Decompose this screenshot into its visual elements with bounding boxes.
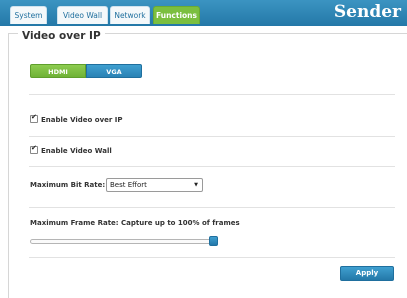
checkmark-icon: ✔ bbox=[31, 113, 37, 121]
frame-rate-slider-track[interactable] bbox=[30, 239, 216, 244]
apply-button[interactable]: Apply bbox=[340, 266, 394, 281]
tab-functions[interactable]: Functions bbox=[153, 6, 200, 24]
bit-rate-label: Maximum Bit Rate: bbox=[30, 181, 106, 189]
enable-video-over-ip-checkbox[interactable]: ✔ bbox=[30, 113, 38, 123]
hdmi-source-tab[interactable]: HDMI bbox=[30, 64, 86, 78]
tab-system[interactable]: System bbox=[10, 6, 47, 24]
enable-video-wall-label: Enable Video Wall bbox=[41, 147, 112, 155]
enable-video-over-ip-label: Enable Video over IP bbox=[41, 116, 123, 124]
enable-video-wall-row[interactable]: ✔ Enable Video Wall bbox=[30, 144, 112, 155]
section-title: Video over IP bbox=[18, 30, 105, 42]
checkmark-icon: ✔ bbox=[31, 144, 37, 152]
device-role-title: Sender bbox=[333, 2, 401, 22]
divider bbox=[29, 207, 395, 208]
divider bbox=[29, 257, 395, 258]
divider bbox=[29, 136, 395, 137]
top-nav-bar: System Video Wall Network Functions Send… bbox=[0, 0, 407, 26]
divider bbox=[29, 94, 395, 95]
tab-network[interactable]: Network bbox=[110, 6, 150, 24]
bit-rate-value: Best Effort bbox=[110, 181, 147, 189]
frame-rate-label: Maximum Frame Rate: Capture up to 100% o… bbox=[30, 219, 240, 227]
chevron-down-icon: ▼ bbox=[194, 182, 198, 188]
tab-video-wall[interactable]: Video Wall bbox=[57, 6, 108, 24]
enable-video-over-ip-row[interactable]: ✔ Enable Video over IP bbox=[30, 113, 123, 124]
frame-rate-slider-handle[interactable] bbox=[209, 236, 218, 246]
divider bbox=[29, 166, 395, 167]
vga-source-tab[interactable]: VGA bbox=[86, 64, 142, 78]
bit-rate-select[interactable]: Best Effort ▼ bbox=[106, 178, 203, 192]
enable-video-wall-checkbox[interactable]: ✔ bbox=[30, 144, 38, 154]
